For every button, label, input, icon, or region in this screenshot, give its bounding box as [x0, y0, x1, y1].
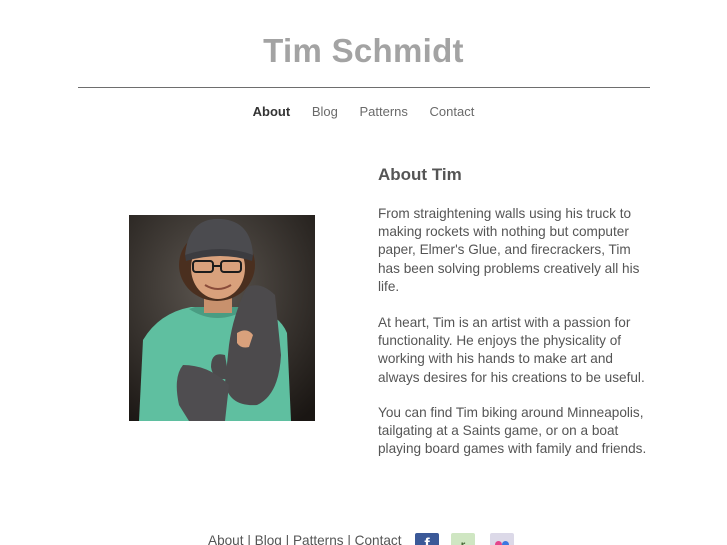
- profile-photo: [129, 215, 315, 421]
- footer-nav: About | Blog | Patterns | Contact: [208, 532, 402, 545]
- footer-separator: |: [247, 533, 255, 545]
- flickr-blue-dot: [502, 541, 509, 545]
- facebook-icon[interactable]: f: [415, 533, 439, 545]
- about-paragraph: You can find Tim biking around Minneapol…: [378, 405, 647, 457]
- nav-item-blog[interactable]: Blog: [312, 103, 338, 121]
- nav-item-contact[interactable]: Contact: [430, 103, 475, 121]
- flickr-icon[interactable]: [490, 533, 514, 545]
- footer-separator: |: [285, 533, 293, 545]
- footer-link-about[interactable]: About: [208, 533, 244, 545]
- about-paragraph: From straightening walls using his truck…: [378, 206, 640, 294]
- footer-separator: |: [347, 533, 355, 545]
- site-title[interactable]: Tim Schmidt: [0, 30, 727, 72]
- main-nav: About Blog Patterns Contact: [0, 103, 727, 121]
- nav-item-patterns[interactable]: Patterns: [359, 103, 407, 121]
- about-paragraph: At heart, Tim is an artist with a passio…: [378, 315, 645, 385]
- ravelry-icon[interactable]: r: [451, 533, 475, 545]
- page: Tim Schmidt About Blog Patterns Contact: [0, 0, 727, 545]
- footer-link-blog[interactable]: Blog: [255, 533, 282, 545]
- about-heading: About Tim: [378, 165, 462, 184]
- footer-link-contact[interactable]: Contact: [355, 533, 402, 545]
- footer-link-patterns[interactable]: Patterns: [293, 533, 344, 545]
- header-divider: [78, 87, 650, 88]
- nav-item-about[interactable]: About: [253, 103, 291, 121]
- flickr-pink-dot: [495, 541, 502, 545]
